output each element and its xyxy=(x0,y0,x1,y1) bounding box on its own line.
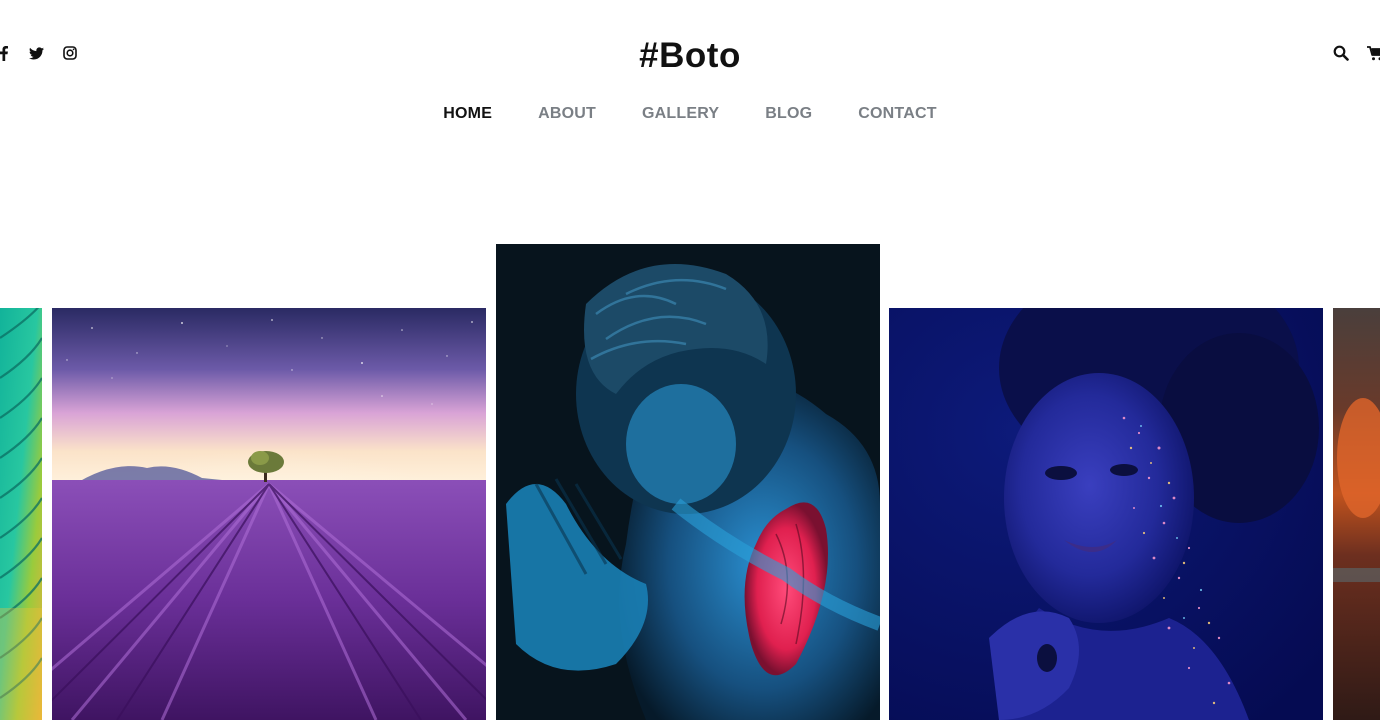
nav-item-gallery[interactable]: GALLERY xyxy=(642,104,719,124)
warm-interior-image[interactable] xyxy=(1333,308,1380,720)
nav-item-contact[interactable]: CONTACT xyxy=(858,104,936,124)
nav-item-about[interactable]: ABOUT xyxy=(538,104,596,124)
cart-icon[interactable] xyxy=(1366,44,1380,62)
lavender-field-image[interactable] xyxy=(52,308,486,720)
main-nav: HOME ABOUT GALLERY BLOG CONTACT xyxy=(0,104,1380,124)
site-logo[interactable]: #Boto xyxy=(0,36,1380,76)
page: #Boto HOME ABOUT GALLERY BLOG CONTACT xyxy=(0,0,1380,720)
tropical-leaf-image[interactable] xyxy=(0,308,42,720)
utility-icons xyxy=(1332,44,1380,62)
nav-item-blog[interactable]: BLOG xyxy=(765,104,812,124)
neon-heart-man-image[interactable] xyxy=(496,244,880,720)
search-icon[interactable] xyxy=(1332,44,1350,62)
nav-item-home[interactable]: HOME xyxy=(443,104,492,124)
glitter-woman-image[interactable] xyxy=(889,308,1323,720)
